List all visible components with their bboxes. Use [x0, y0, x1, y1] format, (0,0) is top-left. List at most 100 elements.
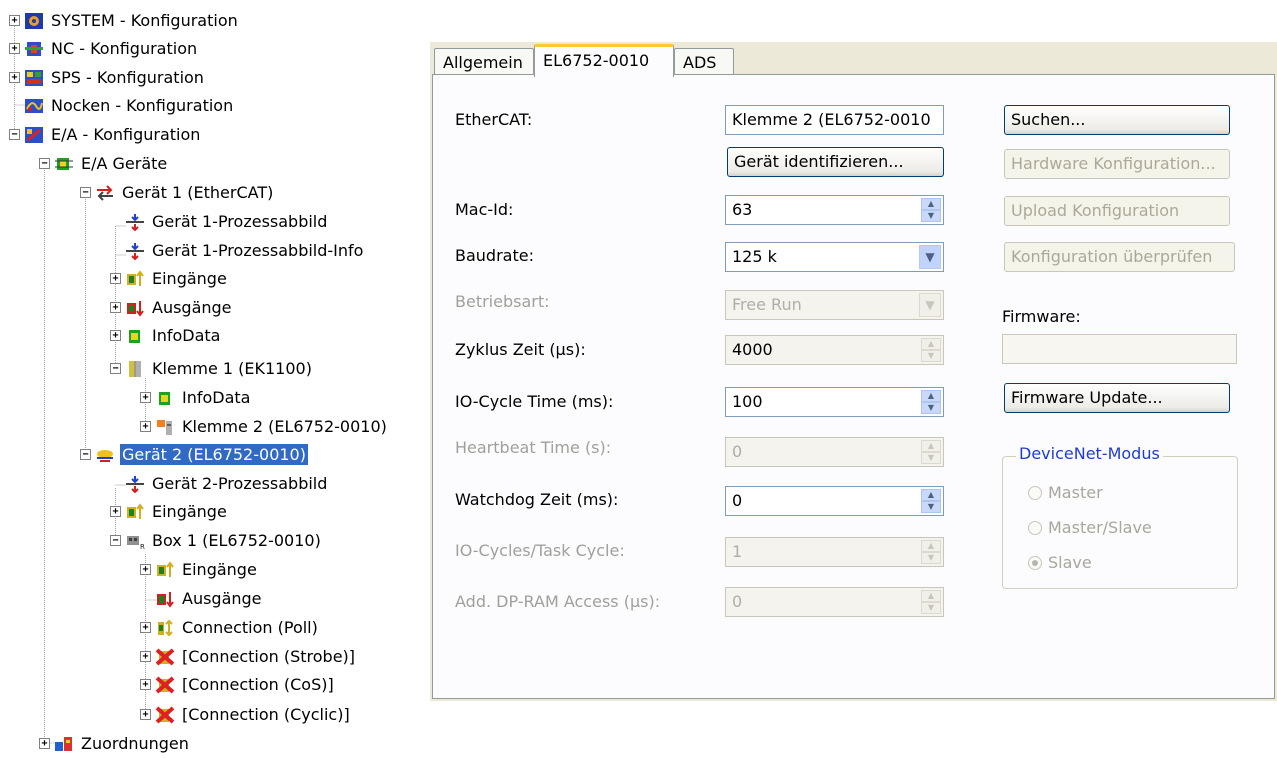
baudrate-label: Baudrate:: [455, 246, 534, 265]
identify-device-button[interactable]: Gerät identifizieren...: [727, 147, 944, 177]
mac-id-value: 63: [732, 200, 753, 219]
tree-node[interactable]: + Eingänge: [110, 497, 229, 526]
tree-node[interactable]: − Klemme 1 (EK1100): [110, 354, 314, 383]
collapse-icon[interactable]: −: [80, 449, 91, 460]
tree-node-label: NC - Konfiguration: [51, 39, 198, 58]
tree-node[interactable]: + SYSTEM - Konfiguration: [9, 6, 240, 35]
tree-node[interactable]: + InfoData: [110, 321, 222, 350]
spin-down-icon[interactable]: ▼: [921, 501, 941, 513]
tree-node[interactable]: + Connection (Poll): [140, 613, 320, 642]
zyklus-zeit-spinner: ▲ ▼: [921, 338, 941, 362]
collapse-icon[interactable]: −: [110, 363, 121, 374]
tree-node[interactable]: + InfoData: [140, 383, 252, 412]
tree-node-label: Eingänge: [182, 560, 257, 579]
firmware-update-button[interactable]: Firmware Update...: [1004, 383, 1230, 413]
io-cycle-time-field[interactable]: 100 ▲ ▼: [725, 387, 944, 417]
tree-node-label: Nocken - Konfiguration: [51, 96, 234, 115]
spin-up-icon[interactable]: ▲: [921, 390, 941, 402]
io-devices-icon: [54, 155, 74, 173]
tree-node[interactable]: Gerät 2-Prozessabbild: [110, 469, 329, 498]
radio-master: Master: [1028, 483, 1103, 502]
spin-up-icon[interactable]: ▲: [921, 489, 941, 501]
inputs-icon: [125, 269, 145, 288]
inputs-icon: [155, 560, 175, 579]
betriebsart-select: Free Run ▼: [725, 290, 944, 320]
tree-node-selected[interactable]: − Gerät 2 (EL6752-0010): [80, 440, 308, 469]
search-button[interactable]: Suchen...: [1004, 105, 1230, 135]
spin-down-icon[interactable]: ▼: [921, 402, 941, 414]
tree-node-label: [Connection (CoS)]: [182, 675, 334, 694]
expand-icon[interactable]: +: [9, 72, 20, 83]
expand-icon[interactable]: +: [9, 15, 20, 26]
dp-ram-access-spinner: ▲ ▼: [921, 590, 941, 614]
tree-node[interactable]: + Eingänge: [140, 555, 259, 584]
heartbeat-time-field: 0 ▲ ▼: [725, 437, 944, 467]
collapse-icon[interactable]: −: [9, 129, 20, 140]
config-tree[interactable]: + SYSTEM - Konfiguration + NC - Konfigur…: [0, 0, 425, 753]
expand-icon[interactable]: +: [140, 564, 151, 575]
tree-node[interactable]: + [Connection (Strobe)]: [140, 642, 357, 671]
expand-icon[interactable]: +: [140, 392, 151, 403]
tree-node[interactable]: + Zuordnungen: [39, 729, 191, 758]
tree-node[interactable]: + Eingänge: [110, 264, 229, 293]
collapse-icon[interactable]: −: [39, 158, 50, 169]
tree-node[interactable]: − Gerät 1 (EtherCAT): [80, 178, 275, 207]
baudrate-select[interactable]: 125 k ▼: [725, 242, 944, 272]
tree-node[interactable]: + Klemme 2 (EL6752-0010): [140, 412, 389, 441]
tree-node-label: Gerät 2 (EL6752-0010): [120, 444, 308, 465]
expand-icon[interactable]: +: [110, 273, 121, 284]
tree-node[interactable]: + Ausgänge: [110, 293, 234, 322]
mac-id-field[interactable]: 63 ▲ ▼: [725, 195, 944, 225]
watchdog-zeit-field[interactable]: 0 ▲ ▼: [725, 486, 944, 516]
expand-icon[interactable]: +: [140, 709, 151, 720]
spin-up-icon: ▲: [921, 540, 941, 552]
tree-node[interactable]: + SPS - Konfiguration: [9, 63, 206, 92]
tree-node[interactable]: Gerät 1-Prozessabbild: [110, 207, 329, 236]
tree-node[interactable]: + [Connection (CoS)]: [140, 670, 336, 699]
zyklus-zeit-label: Zyklus Zeit (µs):: [455, 340, 586, 359]
tree-node-label: SPS - Konfiguration: [51, 68, 204, 87]
tree-node-label: SYSTEM - Konfiguration: [51, 11, 238, 30]
expand-icon[interactable]: +: [110, 302, 121, 313]
chevron-down-icon[interactable]: ▼: [919, 245, 941, 269]
tree-node[interactable]: − R Box 1 (EL6752-0010): [110, 526, 323, 555]
spin-up-icon[interactable]: ▲: [921, 198, 941, 210]
expand-icon[interactable]: +: [140, 622, 151, 633]
expand-icon[interactable]: +: [9, 43, 20, 54]
hardware-config-button: Hardware Konfiguration...: [1004, 149, 1230, 179]
chevron-down-icon: ▼: [919, 293, 941, 317]
zyklus-zeit-value: 4000: [732, 340, 773, 359]
ethercat-field[interactable]: Klemme 2 (EL6752-0010: [725, 105, 944, 135]
tree-node[interactable]: Ausgänge: [140, 584, 264, 613]
expand-icon[interactable]: +: [39, 738, 50, 749]
spin-down-icon: ▼: [921, 552, 941, 564]
tab-strip: Allgemein EL6752-0010 ADS: [430, 42, 1277, 77]
tree-node-label: Klemme 1 (EK1100): [152, 359, 312, 378]
expand-icon[interactable]: +: [140, 421, 151, 432]
tree-node[interactable]: − E/A Geräte: [39, 149, 169, 178]
spin-down-icon[interactable]: ▼: [921, 210, 941, 222]
tree-node-label: Gerät 1-Prozessabbild-Info: [152, 241, 364, 260]
expand-icon[interactable]: +: [110, 506, 121, 517]
io-cycle-time-value: 100: [732, 392, 763, 411]
spin-up-icon: ▲: [921, 590, 941, 602]
tree-node[interactable]: − E/A - Konfiguration: [9, 120, 202, 149]
tab-ads[interactable]: ADS: [674, 48, 734, 76]
collapse-icon[interactable]: −: [80, 187, 91, 198]
tree-node[interactable]: + [Connection (Cyclic)]: [140, 700, 352, 729]
zyklus-zeit-field: 4000 ▲ ▼: [725, 335, 944, 365]
io-cycle-time-spinner[interactable]: ▲ ▼: [921, 390, 941, 414]
tab-allgemein[interactable]: Allgemein: [434, 48, 534, 76]
expand-icon[interactable]: +: [110, 330, 121, 341]
watchdog-zeit-spinner[interactable]: ▲ ▼: [921, 489, 941, 513]
tab-el6752[interactable]: EL6752-0010: [534, 44, 674, 77]
coupler-terminal-icon: [125, 360, 145, 378]
tree-node[interactable]: + NC - Konfiguration: [9, 34, 199, 63]
io-cycle-time-label: IO-Cycle Time (ms):: [455, 392, 614, 411]
expand-icon[interactable]: +: [140, 679, 151, 690]
tree-node[interactable]: Gerät 1-Prozessabbild-Info: [110, 236, 365, 265]
collapse-icon[interactable]: −: [110, 535, 121, 546]
tree-node[interactable]: Nocken - Konfiguration: [9, 91, 235, 120]
expand-icon[interactable]: +: [140, 651, 151, 662]
mac-id-spinner[interactable]: ▲ ▼: [921, 198, 941, 222]
